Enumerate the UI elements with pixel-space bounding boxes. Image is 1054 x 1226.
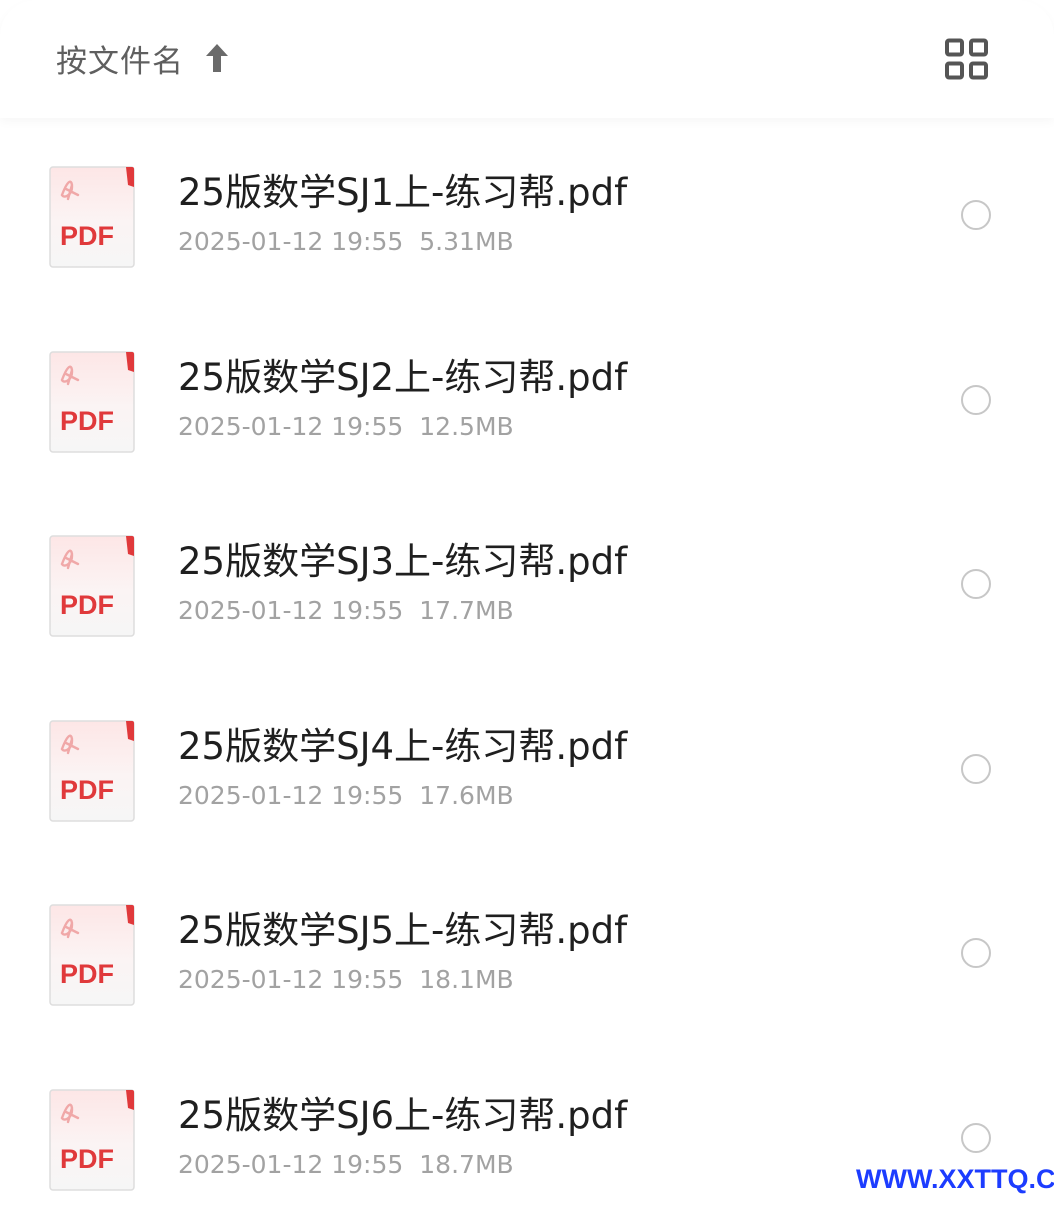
grid-view-icon[interactable] <box>944 38 990 80</box>
pdf-file-icon: PDF <box>48 165 136 269</box>
file-browser-panel: 按文件名 PDF 25版数学SJ1上-练习帮.pdf 2025-01-12 19… <box>0 0 1054 1200</box>
file-list-item[interactable]: PDF 25版数学SJ2上-练习帮.pdf 2025-01-12 19:55 12… <box>0 303 1054 488</box>
watermark-text: WWW.XXTTQ.COM <box>856 1164 1054 1194</box>
sort-header: 按文件名 <box>0 0 1054 118</box>
file-date: 2025-01-12 19:55 <box>178 596 404 626</box>
pdf-badge-label: PDF <box>60 1143 114 1174</box>
file-name: 25版数学SJ5上-练习帮.pdf <box>178 909 628 953</box>
file-date: 2025-01-12 19:55 <box>178 780 404 810</box>
file-name: 25版数学SJ3上-练习帮.pdf <box>178 540 628 584</box>
file-list-item[interactable]: PDF 25版数学SJ4上-练习帮.pdf 2025-01-12 19:55 17… <box>0 672 1054 857</box>
file-meta: 2025-01-12 19:55 18.1MB <box>178 963 514 997</box>
file-list-item[interactable]: PDF 25版数学SJ3上-练习帮.pdf 2025-01-12 19:55 17… <box>0 487 1054 672</box>
pdf-file-icon: PDF <box>48 1088 136 1192</box>
pdf-badge-label: PDF <box>60 590 114 621</box>
file-list-item[interactable]: PDF 25版数学SJ6上-练习帮.pdf 2025-01-12 19:55 18… <box>0 1041 1054 1226</box>
file-name: 25版数学SJ1上-练习帮.pdf <box>178 171 628 214</box>
pdf-badge-label: PDF <box>60 959 114 990</box>
pdf-badge-label: PDF <box>60 774 114 805</box>
select-radio-button[interactable] <box>961 753 991 784</box>
file-name: 25版数学SJ2上-练习帮.pdf <box>178 355 628 399</box>
select-radio-button[interactable] <box>961 384 991 415</box>
file-list: PDF 25版数学SJ1上-练习帮.pdf 2025-01-12 19:55 5.… <box>0 118 1054 1226</box>
file-size: 17.6MB <box>419 780 514 810</box>
file-size: 18.7MB <box>419 1149 514 1179</box>
select-radio-button[interactable] <box>961 1122 991 1153</box>
arrow-up-icon <box>202 41 232 75</box>
file-meta: 2025-01-12 19:55 17.6MB <box>178 779 514 813</box>
pdf-file-icon: PDF <box>48 903 136 1007</box>
file-date: 2025-01-12 19:55 <box>178 227 404 256</box>
pdf-badge-label: PDF <box>60 405 114 436</box>
select-radio-button[interactable] <box>961 569 991 600</box>
pdf-file-icon: PDF <box>48 534 136 638</box>
file-list-item[interactable]: PDF 25版数学SJ5上-练习帮.pdf 2025-01-12 19:55 18… <box>0 856 1054 1041</box>
file-size: 12.5MB <box>419 411 514 441</box>
file-size: 5.31MB <box>419 227 514 256</box>
file-size: 17.7MB <box>419 596 514 626</box>
file-meta: 2025-01-12 19:55 12.5MB <box>178 410 514 444</box>
pdf-badge-label: PDF <box>60 221 114 251</box>
sort-by-name-button[interactable]: 按文件名 <box>56 30 232 86</box>
file-name: 25版数学SJ4上-练习帮.pdf <box>178 724 628 768</box>
pdf-file-icon: PDF <box>48 350 136 454</box>
file-list-item[interactable]: PDF 25版数学SJ1上-练习帮.pdf 2025-01-12 19:55 5.… <box>0 118 1054 303</box>
file-size: 18.1MB <box>419 965 514 995</box>
sort-label: 按文件名 <box>56 43 184 80</box>
file-meta: 2025-01-12 19:55 17.7MB <box>178 594 514 628</box>
select-radio-button[interactable] <box>961 938 991 969</box>
pdf-file-icon: PDF <box>48 719 136 823</box>
file-meta: 2025-01-12 19:55 5.31MB <box>178 225 514 259</box>
file-date: 2025-01-12 19:55 <box>178 411 404 441</box>
file-meta: 2025-01-12 19:55 18.7MB <box>178 1148 514 1182</box>
file-name: 25版数学SJ6上-练习帮.pdf <box>178 1093 628 1137</box>
select-radio-button[interactable] <box>961 200 991 230</box>
file-date: 2025-01-12 19:55 <box>178 1149 404 1179</box>
file-date: 2025-01-12 19:55 <box>178 965 404 995</box>
